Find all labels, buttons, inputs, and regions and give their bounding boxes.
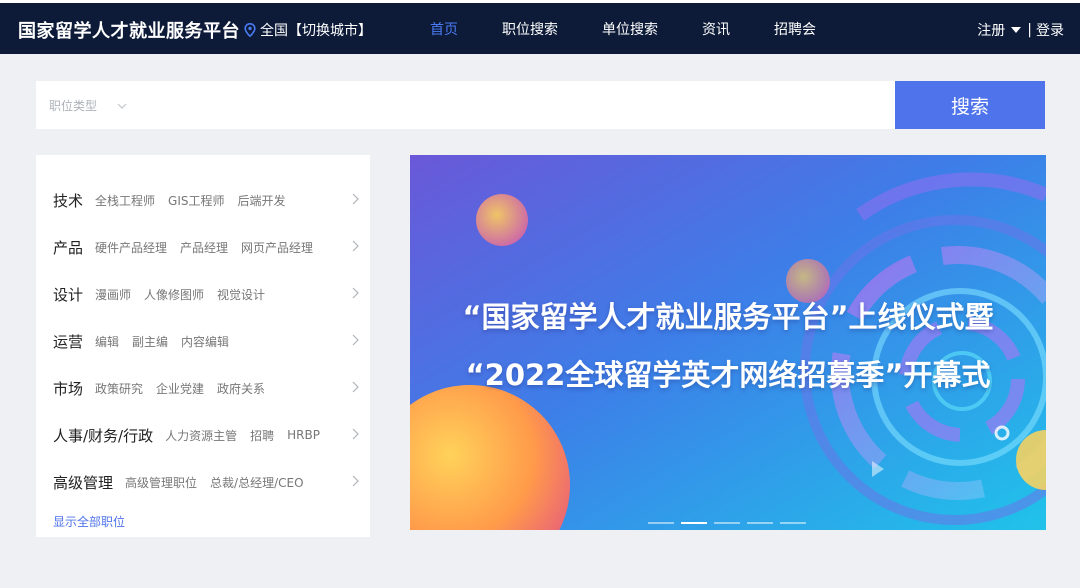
hero-banner[interactable]: “国家留学人才就业服务平台”上线仪式暨 “2022全球留学英才网络招募季”开幕式 bbox=[410, 155, 1046, 530]
nav-item[interactable]: 资讯 bbox=[702, 19, 730, 39]
register-link[interactable]: 注册 bbox=[977, 20, 1005, 40]
chevron-right-icon bbox=[352, 381, 359, 393]
banner-headline-line2: “2022全球留学英才网络招募季”开幕式 bbox=[465, 358, 991, 392]
chevron-right-icon bbox=[352, 240, 359, 252]
category-subitem[interactable]: 企业党建 bbox=[156, 380, 204, 397]
category-subitem[interactable]: 硬件产品经理 bbox=[95, 239, 167, 256]
top-navbar: 国家留学人才就业服务平台 全国【切换城市】 首页 职位搜索 单位搜索 资讯 招聘会 注册… bbox=[0, 0, 1080, 54]
login-link[interactable]: 登录 bbox=[1036, 20, 1064, 40]
category-title: 市场 bbox=[53, 379, 84, 398]
carousel-dot[interactable] bbox=[714, 522, 740, 524]
category-subitem[interactable]: GIS工程师 bbox=[168, 192, 224, 209]
category-subitem[interactable]: 政策研究 bbox=[95, 380, 143, 397]
category-subitem[interactable]: 产品经理 bbox=[180, 239, 228, 256]
category-subitem[interactable]: 全栈工程师 bbox=[95, 192, 155, 209]
category-title: 运营 bbox=[53, 332, 84, 351]
carousel-dot[interactable] bbox=[681, 522, 707, 524]
category-row[interactable]: 技术 全栈工程师 GIS工程师 后端开发 bbox=[53, 188, 359, 212]
nav-item[interactable]: 职位搜索 bbox=[502, 19, 558, 39]
job-type-select[interactable]: 职位类型 bbox=[49, 97, 127, 114]
city-switcher[interactable]: 全国【切换城市】 bbox=[244, 20, 372, 40]
category-title: 设计 bbox=[53, 285, 84, 304]
carousel-indicators bbox=[648, 522, 813, 524]
category-subitem[interactable]: 总裁/总经理/CEO bbox=[210, 474, 304, 491]
show-all-jobs-link[interactable]: 显示全部职位 bbox=[53, 513, 125, 530]
category-subitem[interactable]: 漫画师 bbox=[95, 286, 131, 303]
category-title: 产品 bbox=[53, 238, 84, 257]
job-type-placeholder: 职位类型 bbox=[49, 99, 98, 113]
category-row[interactable]: 高级管理 高级管理职位 总裁/总经理/CEO bbox=[53, 470, 359, 494]
category-row[interactable]: 人事/财务/行政 人力资源主管 招聘 HRBP bbox=[53, 423, 359, 447]
chevron-right-icon bbox=[352, 193, 359, 205]
category-subitem[interactable]: 人力资源主管 bbox=[165, 427, 237, 444]
category-subitem[interactable]: 副主编 bbox=[132, 333, 168, 350]
carousel-dot[interactable] bbox=[648, 522, 674, 524]
category-subitem[interactable]: 后端开发 bbox=[238, 192, 286, 209]
category-subitem[interactable]: 内容编辑 bbox=[181, 333, 229, 350]
nav-item[interactable]: 招聘会 bbox=[774, 19, 816, 39]
chevron-right-icon bbox=[352, 334, 359, 346]
chevron-down-icon bbox=[117, 103, 127, 109]
caret-down-icon[interactable] bbox=[1011, 27, 1022, 33]
user-menu: 注册 | 登录 bbox=[977, 20, 1064, 40]
site-brand[interactable]: 国家留学人才就业服务平台 bbox=[18, 17, 240, 43]
search-bar: 职位类型 搜索 bbox=[36, 81, 1045, 129]
chevron-right-icon bbox=[352, 475, 359, 487]
category-row[interactable]: 市场 政策研究 企业党建 政府关系 bbox=[53, 376, 359, 400]
category-subitem[interactable]: 网页产品经理 bbox=[241, 239, 313, 256]
nav-item[interactable]: 首页 bbox=[430, 19, 458, 39]
category-subitem[interactable]: 招聘 bbox=[250, 427, 274, 444]
main-nav: 首页 职位搜索 单位搜索 资讯 招聘会 bbox=[430, 19, 816, 39]
category-subitem[interactable]: 人像修图师 bbox=[144, 286, 204, 303]
chevron-right-icon bbox=[352, 428, 359, 440]
divider: | bbox=[1027, 22, 1032, 38]
banner-headline-line1: “国家留学人才就业服务平台”上线仪式暨 bbox=[462, 300, 994, 334]
category-title: 技术 bbox=[53, 191, 84, 210]
job-category-panel: 显示全部职位 技术 全栈工程师 GIS工程师 后端开发产品 硬件产品经理 产品经理 网页产品… bbox=[36, 155, 370, 537]
category-subitem[interactable]: 编辑 bbox=[95, 333, 119, 350]
category-subitem[interactable]: 政府关系 bbox=[217, 380, 265, 397]
location-pin-icon bbox=[244, 23, 256, 37]
chevron-right-icon bbox=[352, 287, 359, 299]
carousel-dot[interactable] bbox=[780, 522, 806, 524]
location-label: 全国【切换城市】 bbox=[260, 23, 372, 39]
category-subitem[interactable]: HRBP bbox=[287, 428, 320, 442]
carousel-dot[interactable] bbox=[747, 522, 773, 524]
category-row[interactable]: 设计 漫画师 人像修图师 视觉设计 bbox=[53, 282, 359, 306]
category-row[interactable]: 产品 硬件产品经理 产品经理 网页产品经理 bbox=[53, 235, 359, 259]
banner-background bbox=[410, 155, 1046, 530]
category-subitem[interactable]: 高级管理职位 bbox=[125, 474, 197, 491]
search-button[interactable]: 搜索 bbox=[895, 81, 1045, 129]
category-subitem[interactable]: 视觉设计 bbox=[217, 286, 265, 303]
category-title: 高级管理 bbox=[53, 473, 114, 492]
category-row[interactable]: 运营 编辑 副主编 内容编辑 bbox=[53, 329, 359, 353]
category-title: 人事/财务/行政 bbox=[53, 426, 154, 445]
nav-item[interactable]: 单位搜索 bbox=[602, 19, 658, 39]
